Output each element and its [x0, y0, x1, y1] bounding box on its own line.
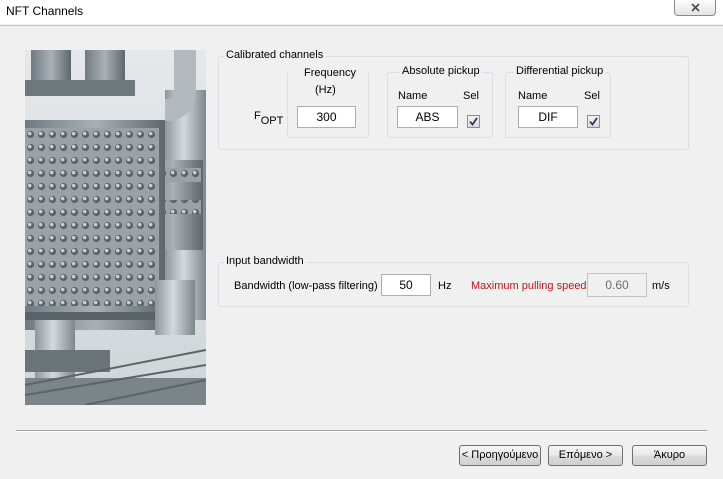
bandwidth-unit: Hz [438, 280, 452, 292]
absolute-sel-label: Sel [463, 90, 479, 102]
differential-pickup-legend: Differential pickup [514, 65, 606, 77]
fopt-subscript: OPT [260, 115, 284, 127]
window-title: NFT Channels [6, 4, 84, 18]
differential-name-label: Name [518, 90, 548, 102]
frequency-unit: (Hz) [315, 84, 336, 96]
calibrated-channels-legend: Calibrated channels [224, 49, 326, 61]
differential-name-input[interactable]: DIF [518, 106, 578, 128]
next-button[interactable]: Επόμενο > [548, 445, 623, 466]
max-pulling-speed-label: Maximum pulling speed [471, 280, 587, 292]
max-pulling-speed-field: 0.60 [587, 273, 647, 297]
differential-pickup-group: Differential pickup [505, 65, 611, 138]
check-icon [589, 117, 598, 126]
cancel-button[interactable]: Άκυρο [632, 445, 707, 466]
close-button[interactable] [674, 0, 716, 16]
bandwidth-label: Bandwidth (low-pass filtering) [234, 280, 378, 292]
heat-exchanger-photo [25, 50, 206, 405]
absolute-name-input[interactable]: ABS [397, 106, 458, 128]
back-button[interactable]: < Προηγούμενο [459, 445, 541, 466]
absolute-pickup-legend: Absolute pickup [400, 65, 482, 77]
absolute-pickup-group: Absolute pickup [387, 65, 493, 138]
absolute-sel-checkbox[interactable] [467, 115, 480, 128]
check-icon [469, 117, 478, 126]
footer-separator [16, 430, 707, 432]
max-pulling-speed-unit: m/s [652, 280, 670, 292]
frequency-label: Frequency [304, 67, 356, 79]
differential-sel-checkbox[interactable] [587, 115, 600, 128]
fopt-label: FOPT [254, 110, 284, 127]
absolute-name-label: Name [398, 90, 428, 102]
input-bandwidth-legend: Input bandwidth [224, 255, 306, 267]
bandwidth-input[interactable]: 50 [381, 274, 431, 296]
differential-sel-label: Sel [584, 90, 600, 102]
close-icon [691, 3, 700, 12]
frequency-input[interactable]: 300 [297, 106, 356, 128]
title-bar: NFT Channels [0, 0, 723, 24]
